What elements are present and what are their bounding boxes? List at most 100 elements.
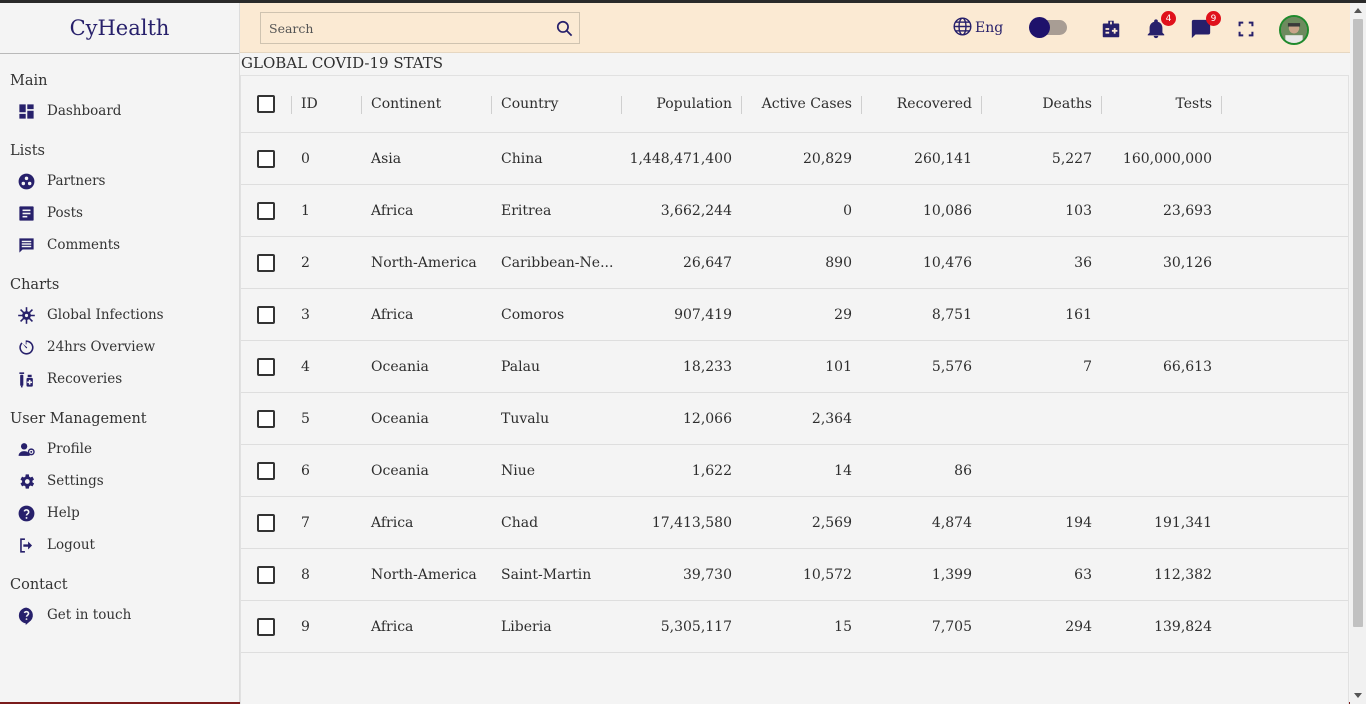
cell-country: Chad [501,514,539,531]
column-resize-handle[interactable] [291,96,292,114]
language-selector[interactable]: Eng [952,3,1003,53]
scroll-thumb[interactable] [1353,19,1363,627]
row-checkbox[interactable] [257,513,275,532]
sidebar-section-title: Contact [10,577,68,593]
table-row[interactable]: 8 North-America Saint-Martin 39,730 10,572 1,… [241,549,1348,601]
column-resize-handle[interactable] [361,96,362,114]
sidebar-item-partners[interactable]: Partners [0,165,239,197]
table-row[interactable]: 4 Oceania Palau 18,233 101 5,576 7 66,613 [241,341,1348,393]
column-resize-handle[interactable] [981,96,982,114]
column-resize-handle[interactable] [741,96,742,114]
cell-tests: 139,824 [1154,618,1212,635]
table-row[interactable]: 1 Africa Eritrea 3,662,244 0 10,086 103 23,693 [241,185,1348,237]
row-checkbox[interactable] [257,357,275,376]
cell-country: Comoros [501,306,565,323]
cell-deaths: 63 [1074,566,1092,583]
column-header-continent[interactable]: Continent [371,76,501,132]
cell-country: Liberia [501,618,552,635]
column-header-population[interactable]: Population [621,76,732,132]
table-row[interactable]: 3 Africa Comoros 907,419 29 8,751 161 [241,289,1348,341]
select-all-checkbox[interactable] [257,95,275,113]
cell-deaths: 161 [1065,306,1092,323]
cell-deaths: 194 [1065,514,1092,531]
search-box [260,12,580,44]
sidebar-item-posts[interactable]: Posts [0,197,239,229]
theme-toggle[interactable] [1029,17,1067,38]
cell-country: China [501,150,543,167]
cell-deaths: 5,227 [1051,150,1092,167]
row-checkbox[interactable] [257,149,275,168]
column-resize-handle[interactable] [1101,96,1102,114]
cell-active-cases: 101 [825,358,852,375]
fullscreen-icon[interactable] [1234,17,1258,41]
cell-continent: Oceania [371,358,429,375]
sidebar-item-settings[interactable]: Settings [0,465,239,497]
scroll-up-icon[interactable] [1354,8,1362,13]
settings-icon [16,471,36,491]
cell-population: 39,730 [683,566,732,583]
sidebar-item-recoveries[interactable]: Recoveries [0,363,239,395]
sidebar-item-label: Dashboard [47,103,122,119]
sidebar-item-get-in-touch[interactable]: Get in touch [0,599,239,631]
app-logo[interactable]: CyHealth [0,3,239,54]
sidebar-item-dashboard[interactable]: Dashboard [0,95,239,127]
messages-icon[interactable]: 9 [1189,11,1221,41]
cell-deaths: 36 [1074,254,1092,271]
row-checkbox[interactable] [257,617,275,636]
comments-icon [16,235,36,255]
sidebar-item-label: Recoveries [47,371,123,387]
virus-icon [16,305,36,325]
column-header-tests[interactable]: Tests [1101,76,1212,132]
sidebar-item-global-infections[interactable]: Global Infections [0,299,239,331]
checkbox-cell [257,549,275,600]
logout-icon [16,535,36,555]
medical-id-icon[interactable] [1099,17,1123,41]
table-row[interactable]: 5 Oceania Tuvalu 12,066 2,364 [241,393,1348,445]
table-row[interactable]: 2 North-America Caribbean-Ne... 26,647 890 10… [241,237,1348,289]
notifications-icon[interactable]: 4 [1144,11,1176,41]
sidebar-item-label: Profile [47,441,92,457]
row-checkbox[interactable] [257,305,275,324]
row-checkbox[interactable] [257,253,275,272]
cell-population: 1,622 [691,462,732,479]
vertical-scrollbar[interactable] [1350,3,1366,704]
row-checkbox[interactable] [257,565,275,584]
column-header-country[interactable]: Country [501,76,621,132]
sidebar-item-profile[interactable]: Profile [0,433,239,465]
table-row[interactable]: 9 Africa Liberia 5,305,117 15 7,705 294 139,824 [241,601,1348,653]
user-avatar[interactable] [1279,15,1309,45]
row-checkbox[interactable] [257,461,275,480]
sidebar-item-label: Global Infections [47,307,164,323]
column-resize-handle[interactable] [491,96,492,114]
column-resize-handle[interactable] [621,96,622,114]
column-resize-handle[interactable] [1221,96,1222,114]
row-checkbox[interactable] [257,409,275,428]
cell-tests: 112,382 [1154,566,1212,583]
table-row[interactable]: 6 Oceania Niue 1,622 14 86 [241,445,1348,497]
column-header-recovered[interactable]: Recovered [861,76,972,132]
cell-continent: North-America [371,254,477,271]
checkbox-cell [257,497,275,548]
table-row[interactable]: 0 Asia China 1,448,471,400 20,829 260,141 5,22… [241,133,1348,185]
toggle-knob [1029,17,1050,38]
sidebar-item-help[interactable]: Help [0,497,239,529]
table-row[interactable]: 7 Africa Chad 17,413,580 2,569 4,874 194 191,34… [241,497,1348,549]
sidebar-item-comments[interactable]: Comments [0,229,239,261]
cell-population: 18,233 [683,358,732,375]
column-header-deaths[interactable]: Deaths [981,76,1092,132]
sidebar-item-logout[interactable]: Logout [0,529,239,561]
row-checkbox[interactable] [257,201,275,220]
search-input[interactable] [261,13,549,43]
column-resize-handle[interactable] [861,96,862,114]
cell-recovered: 10,476 [923,254,972,271]
profile-icon [16,439,36,459]
column-header-active-cases[interactable]: Active Cases [741,76,852,132]
sidebar-item-24hrs-overview[interactable]: 24hrs Overview [0,331,239,363]
help-icon [16,503,36,523]
search-icon[interactable] [549,19,579,38]
sidebar-item-label: Settings [47,473,104,489]
cell-deaths: 7 [1083,358,1092,375]
cell-continent: Oceania [371,462,429,479]
cell-active-cases: 29 [834,306,852,323]
scroll-down-icon[interactable] [1354,693,1362,698]
